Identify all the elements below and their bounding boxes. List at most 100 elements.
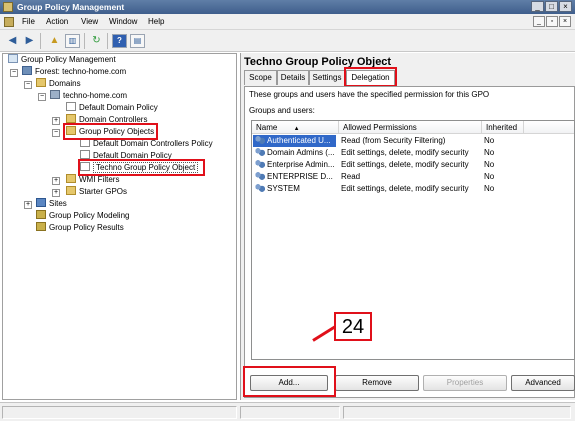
group-icon <box>255 172 265 180</box>
list-item[interactable]: Enterprise Admin... Edit settings, delet… <box>252 159 574 171</box>
menu-window[interactable]: Window <box>109 17 137 27</box>
refresh-icon[interactable]: ↻ <box>89 34 104 48</box>
row-permission: Edit settings, delete, modify security <box>341 148 469 157</box>
row-permission: Read (from Security Filtering) <box>341 136 446 145</box>
help-icon[interactable]: ? <box>112 34 127 48</box>
group-icon <box>255 160 265 168</box>
tree-domains-label: Domains <box>49 79 81 88</box>
modeling-icon <box>36 210 46 219</box>
folder-icon <box>66 174 76 183</box>
tree-wmi-label: WMI Filters <box>79 175 120 184</box>
folder-icon <box>36 78 46 87</box>
highlight-gpo-folder <box>63 123 158 140</box>
up-folder-icon[interactable]: ▲ <box>47 34 62 48</box>
tab-details[interactable]: Details <box>277 70 309 85</box>
expand-wmi-toggle[interactable]: + <box>52 177 60 185</box>
tree-domains[interactable]: Domains <box>36 78 81 90</box>
gpm-icon <box>8 54 18 63</box>
tree-default-domain-policy-link[interactable]: Default Domain Policy <box>66 102 158 114</box>
window-title: Group Policy Management <box>17 2 125 12</box>
tree-ddcp-label: Default Domain Controllers Policy <box>93 139 213 148</box>
menu-bar: File Action View Window Help _ ▫ × <box>0 14 575 30</box>
sort-ascending-icon: ▲ <box>293 126 300 132</box>
gpo-link-icon <box>66 102 76 111</box>
tree-starter-gpos[interactable]: Starter GPOs <box>66 186 127 198</box>
row-inherited: No <box>484 172 495 181</box>
remove-button[interactable]: Remove <box>335 375 419 391</box>
row-name: Authenticated U... <box>267 136 331 145</box>
properties-button[interactable]: Properties <box>423 375 507 391</box>
tree-gp-modeling[interactable]: Group Policy Modeling <box>36 210 129 222</box>
tree-domain[interactable]: techno-home.com <box>50 90 127 102</box>
tree-ddp-label: Default Domain Policy <box>79 103 158 112</box>
status-bar <box>0 402 575 421</box>
ou-icon <box>66 114 76 123</box>
close-button[interactable]: × <box>559 1 572 12</box>
menu-help[interactable]: Help <box>148 17 164 27</box>
row-permission: Read <box>341 172 361 181</box>
toolbar-separator <box>84 33 85 49</box>
toolbar-separator <box>107 33 108 49</box>
collapse-domain-toggle[interactable]: − <box>38 93 46 101</box>
tab-settings[interactable]: Settings <box>309 70 345 85</box>
child-close-button[interactable]: × <box>559 16 571 27</box>
show-hide-tree-icon[interactable]: ▥ <box>65 34 80 48</box>
status-pane-right <box>343 406 571 419</box>
status-pane-left <box>2 406 237 419</box>
highlight-delegation-tab <box>344 67 397 87</box>
step-number-callout: 24 <box>334 312 372 341</box>
properties-icon[interactable]: ▤ <box>130 34 145 48</box>
highlight-add-button <box>243 366 336 397</box>
tree-forest-label: Forest: techno-home.com <box>35 67 127 76</box>
menu-action[interactable]: Action <box>46 17 68 27</box>
list-item[interactable]: Domain Admins (... Edit settings, delete… <box>252 147 574 159</box>
toolbar-separator <box>40 33 41 49</box>
menu-file[interactable]: File <box>22 17 35 27</box>
maximize-button[interactable]: □ <box>545 1 558 12</box>
console-icon[interactable] <box>4 17 14 27</box>
collapse-forest-toggle[interactable]: − <box>10 69 18 77</box>
column-name[interactable]: Name ▲ <box>252 121 339 134</box>
expand-sites-toggle[interactable]: + <box>24 201 32 209</box>
row-name: SYSTEM <box>267 184 300 193</box>
list-item[interactable]: SYSTEM Edit settings, delete, modify sec… <box>252 183 574 195</box>
tree-starter-label: Starter GPOs <box>79 187 128 196</box>
list-item[interactable]: Authenticated U... Read (from Security F… <box>252 135 574 147</box>
row-inherited: No <box>484 184 495 193</box>
back-icon[interactable]: ◀ <box>5 34 20 48</box>
tree-results-label: Group Policy Results <box>49 223 124 232</box>
results-icon <box>36 222 46 231</box>
column-inherited[interactable]: Inherited <box>482 121 524 134</box>
title-bar: Group Policy Management _ □ × <box>0 0 575 14</box>
tree-root[interactable]: Group Policy Management <box>8 54 116 66</box>
delegation-description: These groups and users have the specifie… <box>249 90 490 99</box>
row-name: Enterprise Admin... <box>267 160 335 169</box>
row-inherited: No <box>484 136 495 145</box>
collapse-gpo-folder-toggle[interactable]: − <box>52 129 60 137</box>
tree-domain-label: techno-home.com <box>63 91 128 100</box>
list-item[interactable]: ENTERPRISE D... Read No <box>252 171 574 183</box>
child-minimize-button[interactable]: _ <box>533 16 545 27</box>
advanced-button[interactable]: Advanced <box>511 375 575 391</box>
forward-icon[interactable]: ▶ <box>22 34 37 48</box>
minimize-button[interactable]: _ <box>531 1 544 12</box>
status-pane-middle <box>240 406 340 419</box>
menu-view[interactable]: View <box>81 17 98 27</box>
tab-scope[interactable]: Scope <box>244 70 277 85</box>
column-allowed-permissions[interactable]: Allowed Permissions <box>339 121 482 134</box>
gpmc-app-icon <box>3 2 13 12</box>
collapse-domains-toggle[interactable]: − <box>24 81 32 89</box>
tree-sites-label: Sites <box>49 199 67 208</box>
tree-sites[interactable]: Sites <box>36 198 67 210</box>
list-header: Name ▲ Allowed Permissions Inherited <box>252 121 574 134</box>
highlight-techno-gpo <box>78 159 205 176</box>
tree-gp-results[interactable]: Group Policy Results <box>36 222 124 234</box>
child-restore-button[interactable]: ▫ <box>546 16 558 27</box>
groups-users-label: Groups and users: <box>249 106 315 115</box>
tree-root-label: Group Policy Management <box>21 55 116 64</box>
expand-domain-controllers-toggle[interactable]: + <box>52 117 60 125</box>
row-permission: Edit settings, delete, modify security <box>341 160 469 169</box>
permissions-list[interactable]: Name ▲ Allowed Permissions Inherited Aut… <box>251 120 575 360</box>
tree-forest[interactable]: Forest: techno-home.com <box>22 66 126 78</box>
expand-starter-toggle[interactable]: + <box>52 189 60 197</box>
